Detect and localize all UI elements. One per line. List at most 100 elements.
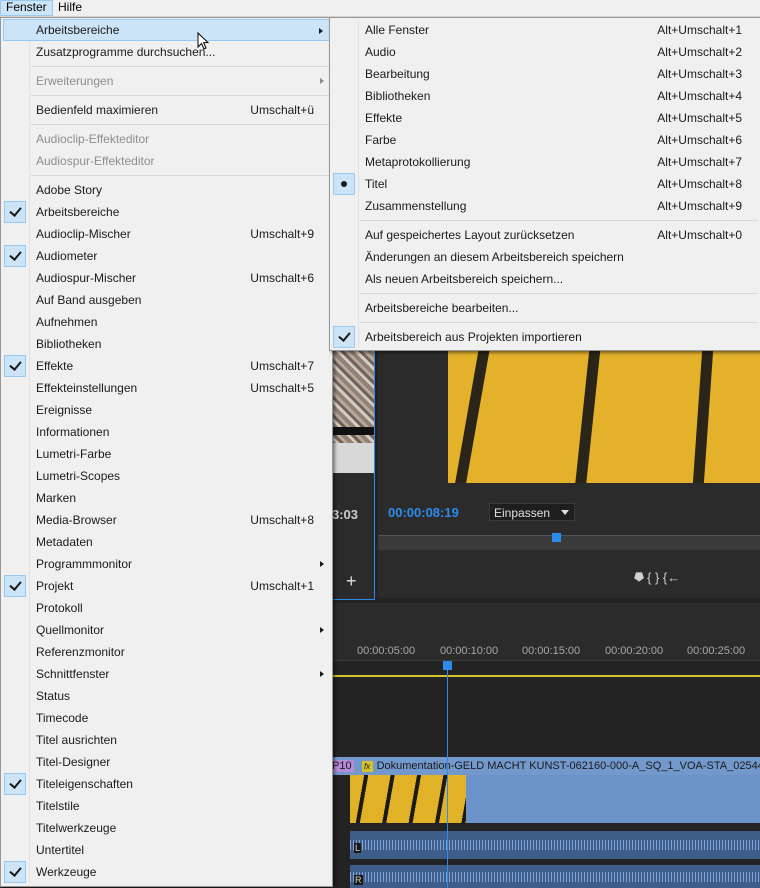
menu-item-arbeitsbereich-aus-projekten-importieren[interactable]: Arbeitsbereich aus Projekten importieren [332, 326, 758, 348]
menu-item-label: Titelwerkzeuge [36, 821, 117, 835]
menu-item-arbeitsbereiche[interactable]: Arbeitsbereiche [3, 201, 330, 223]
menu-item-titeleigenschaften[interactable]: Titeleigenschaften [3, 773, 330, 795]
menu-item-zusatzprogramme-durchsuchen[interactable]: Zusatzprogramme durchsuchen... [3, 41, 330, 63]
menu-item-label: Titel ausrichten [36, 733, 117, 747]
menu-item-werkzeuge[interactable]: Werkzeuge [3, 861, 330, 883]
menu-item-farbe[interactable]: Farbe Alt+Umschalt+6 [332, 129, 758, 151]
menu-item-label: Informationen [36, 425, 110, 439]
menu-item-titel-ausrichten[interactable]: Titel ausrichten [3, 729, 330, 751]
menu-bar: Fenster Hilfe [0, 0, 760, 17]
menu-item-programmmonitor[interactable]: Programmmonitor [3, 553, 330, 575]
program-video-frame [448, 330, 760, 483]
menu-item-zusammenstellung[interactable]: Zusammenstellung Alt+Umschalt+9 [332, 195, 758, 217]
menu-item-label: Arbeitsbereiche [36, 23, 120, 37]
menu-item-audiospur-effekteditor: Audiospur-Effekteditor [3, 150, 330, 172]
menu-item-titelwerkzeuge[interactable]: Titelwerkzeuge [3, 817, 330, 839]
menu-item-shortcut: Umschalt+1 [250, 579, 314, 593]
audio-clip-left[interactable] [350, 831, 760, 859]
checkmark-icon [333, 326, 355, 348]
menu-item-label: Werkzeuge [36, 865, 97, 879]
menu-item-alle-fenster[interactable]: Alle Fenster Alt+Umschalt+1 [332, 19, 758, 41]
fit-dropdown[interactable]: Einpassen [489, 503, 575, 521]
timeline-panel: 00:00:05:00 00:00:10:00 00:00:15:00 00:0… [330, 603, 760, 888]
menu-item-referenzmonitor[interactable]: Referenzmonitor [3, 641, 330, 663]
menu-item-label: Schnittfenster [36, 667, 110, 681]
audio-clip-right[interactable] [350, 865, 760, 888]
menu-item-projekt[interactable]: Projekt Umschalt+1 [3, 575, 330, 597]
video-clip-header[interactable]: P10 fx Dokumentation-GELD MACHT KUNST-0621… [330, 757, 760, 775]
menu-item-aufnehmen[interactable]: Aufnehmen [3, 311, 330, 333]
menu-item-arbeitsbereiche-bearbeiten[interactable]: Arbeitsbereiche bearbeiten... [332, 297, 758, 319]
menu-item-bearbeitung[interactable]: Bearbeitung Alt+Umschalt+3 [332, 63, 758, 85]
checkmark-icon [4, 861, 26, 883]
add-button[interactable]: + [346, 571, 357, 592]
menu-item-untertitel[interactable]: Untertitel [3, 839, 330, 861]
menu-item-label: Programmmonitor [36, 557, 133, 571]
menu-item-lumetri-scopes[interactable]: Lumetri-Scopes [3, 465, 330, 487]
menu-item-ereignisse[interactable]: Ereignisse [3, 399, 330, 421]
menu-item-label: Titelstile [36, 799, 80, 813]
menu-hilfe[interactable]: Hilfe [53, 0, 87, 16]
menu-item-label: Effekte [36, 359, 74, 373]
menu-item-label: Effekteinstellungen [36, 381, 138, 395]
video-stripe [450, 330, 497, 483]
program-controls[interactable]: ⯂ { } {← [633, 570, 680, 586]
menu-item-label: Titel [365, 177, 388, 191]
menu-item-auf-gespeichertes-layout-zurucksetzen[interactable]: Auf gespeichertes Layout zurücksetzen Alt… [332, 224, 758, 246]
menu-item-audioclip-mischer[interactable]: Audioclip-Mischer Umschalt+9 [3, 223, 330, 245]
menu-item-label: Metaprotokollierung [365, 155, 471, 169]
menu-fenster[interactable]: Fenster [0, 0, 53, 16]
program-timecode: 00:00:08:19 [388, 505, 459, 520]
checkmark-icon [4, 575, 26, 597]
timeline-playhead[interactable] [443, 661, 452, 670]
menu-item-timecode[interactable]: Timecode [3, 707, 330, 729]
menu-item-metadaten[interactable]: Metadaten [3, 531, 330, 553]
menu-item-label: Auf Band ausgeben [36, 293, 142, 307]
menu-item-effekteinstellungen[interactable]: Effekteinstellungen Umschalt+5 [3, 377, 330, 399]
program-scrubber[interactable] [378, 535, 760, 550]
menu-item-audio[interactable]: Audio Alt+Umschalt+2 [332, 41, 758, 63]
program-playhead[interactable] [552, 533, 561, 542]
menu-item-bedienfeld-maximieren[interactable]: Bedienfeld maximieren Umschalt+ü [3, 99, 330, 121]
menu-item-label: Untertitel [36, 843, 85, 857]
menu-item-audiospur-mischer[interactable]: Audiospur-Mischer Umschalt+6 [3, 267, 330, 289]
menu-item-label: Lumetri-Farbe [36, 447, 112, 461]
menu-item-shortcut: Alt+Umschalt+3 [657, 67, 742, 81]
menu-item-titel-designer[interactable]: Titel-Designer [3, 751, 330, 773]
menu-item-adobe-story[interactable]: Adobe Story [3, 179, 330, 201]
menu-separator [31, 95, 330, 96]
menu-item-marken[interactable]: Marken [3, 487, 330, 509]
menu-item-shortcut: Alt+Umschalt+9 [657, 199, 742, 213]
menu-item-shortcut: Umschalt+9 [250, 227, 314, 241]
menu-item-audioclip-effekteditor: Audioclip-Effekteditor [3, 128, 330, 150]
menu-item-arbeitsbereiche[interactable]: Arbeitsbereiche [3, 19, 330, 41]
menu-item-als-neuen-arbeitsbereich-speichern[interactable]: Als neuen Arbeitsbereich speichern... [332, 268, 758, 290]
menu-item-status[interactable]: Status [3, 685, 330, 707]
menu-item-titelstile[interactable]: Titelstile [3, 795, 330, 817]
menu-item-auf-band-ausgeben[interactable]: Auf Band ausgeben [3, 289, 330, 311]
checkmark-icon [4, 245, 26, 267]
menu-item-schnittfenster[interactable]: Schnittfenster [3, 663, 330, 685]
menu-item-metaprotokollierung[interactable]: Metaprotokollierung Alt+Umschalt+7 [332, 151, 758, 173]
menu-item-label: Bibliotheken [365, 89, 431, 103]
menu-item-media-browser[interactable]: Media-Browser Umschalt+8 [3, 509, 330, 531]
menu-item-titel[interactable]: Titel Alt+Umschalt+8 [332, 173, 758, 195]
menu-item-bibliotheken[interactable]: Bibliotheken [3, 333, 330, 355]
menu-item-shortcut: Alt+Umschalt+7 [657, 155, 742, 169]
menu-item-quellmonitor[interactable]: Quellmonitor [3, 619, 330, 641]
menu-item-label: Alle Fenster [365, 23, 430, 37]
submenu-arrow-icon [320, 561, 324, 567]
timeline-ruler[interactable]: 00:00:05:00 00:00:10:00 00:00:15:00 00:0… [330, 603, 760, 661]
menu-separator [360, 220, 758, 221]
menu-item-effekte[interactable]: Effekte Umschalt+7 [3, 355, 330, 377]
menu-item-label: Arbeitsbereiche bearbeiten... [365, 301, 519, 315]
chevron-down-icon [561, 510, 569, 515]
menu-item-lumetri-farbe[interactable]: Lumetri-Farbe [3, 443, 330, 465]
menu-item-protokoll[interactable]: Protokoll [3, 597, 330, 619]
menu-item-effekte[interactable]: Effekte Alt+Umschalt+5 [332, 107, 758, 129]
menu-item-informationen[interactable]: Informationen [3, 421, 330, 443]
menu-item-shortcut: Umschalt+6 [250, 271, 314, 285]
menu-item-bibliotheken[interactable]: Bibliotheken Alt+Umschalt+4 [332, 85, 758, 107]
menu-item-anderungen-an-diesem-arbeitsbereich-speichern[interactable]: Änderungen an diesem Arbeitsbereich spei… [332, 246, 758, 268]
menu-item-audiometer[interactable]: Audiometer [3, 245, 330, 267]
